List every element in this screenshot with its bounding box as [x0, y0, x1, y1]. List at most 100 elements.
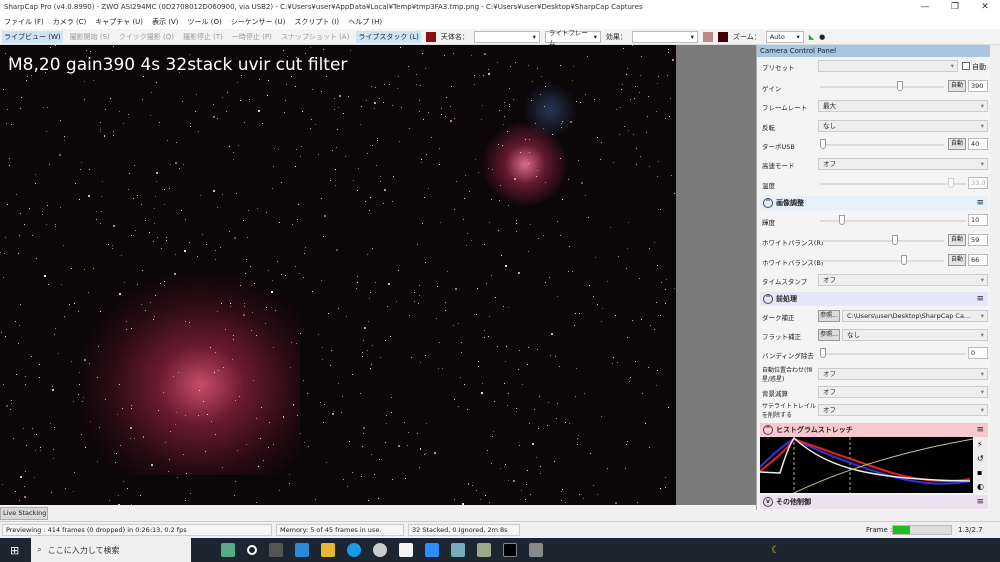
frame-type-combo[interactable]: ライトフレーム ▾ — [544, 29, 601, 47]
record-icon[interactable] — [425, 31, 436, 42]
wb-blue-value[interactable]: 66 — [968, 254, 988, 266]
star — [362, 356, 364, 358]
app-icon[interactable] — [373, 543, 388, 557]
panel-scrollbar[interactable] — [990, 45, 1000, 510]
minimize-button[interactable]: — — [910, 0, 940, 14]
live-view-button[interactable]: ライブビュー (W) — [2, 30, 63, 43]
pause-button[interactable]: 一時停止 (P) — [230, 31, 274, 43]
satellite-trail-select[interactable]: オフ — [818, 404, 988, 416]
framerate-select[interactable]: 最大 — [818, 100, 988, 112]
brightness-value[interactable]: 10 — [968, 214, 988, 226]
star — [558, 365, 560, 367]
windows-start-icon[interactable]: ⊞ — [10, 544, 19, 557]
app-icon-2[interactable] — [451, 543, 466, 557]
menu-capture[interactable]: キャプチャ (U) — [95, 17, 143, 27]
align-select[interactable]: オフ — [818, 368, 988, 380]
file-explorer-icon[interactable] — [321, 543, 336, 557]
live-stacking-tab[interactable]: Live Stacking — [0, 507, 48, 520]
start-capture-button[interactable]: 撮影開始 (S) — [68, 31, 112, 43]
brightness-slider[interactable] — [820, 215, 966, 225]
histogram-header[interactable]: ^ ヒストグラムストレッチ ≡ — [760, 423, 988, 437]
menu-scripting[interactable]: スクリプト (I) — [294, 17, 339, 27]
turbo-slider[interactable] — [820, 139, 944, 149]
flat-browse-button[interactable]: 参照... — [818, 329, 840, 341]
star — [256, 502, 258, 503]
wb-blue-auto-button[interactable]: 自動 — [948, 254, 966, 266]
zoom-tool-icon[interactable]: ● — [819, 33, 825, 41]
menu-sequencer[interactable]: シーケンサー (U) — [231, 17, 286, 27]
edge-icon[interactable] — [347, 543, 362, 557]
other-controls-header[interactable]: v その他制御 ≡ — [760, 495, 988, 509]
zoom-app-icon[interactable] — [425, 543, 440, 557]
star — [565, 502, 567, 504]
star — [446, 96, 448, 98]
histogram-display[interactable]: ⚡ ↺ ▪ ◐ — [760, 437, 988, 493]
turbo-value[interactable]: 40 — [968, 138, 988, 150]
star — [519, 350, 521, 352]
flat-select[interactable]: なし — [842, 329, 988, 341]
gain-value[interactable]: 390 — [968, 80, 988, 92]
flip-select[interactable]: なし — [818, 120, 988, 132]
star — [537, 427, 539, 429]
star — [310, 119, 312, 121]
histogram-icon[interactable]: ◣ — [809, 33, 814, 41]
close-button[interactable]: ✕ — [970, 0, 1000, 14]
quick-capture-button[interactable]: クイック撮影 (Q) — [117, 31, 176, 43]
timestamp-select[interactable]: オフ — [818, 274, 988, 286]
star — [319, 401, 321, 403]
star — [215, 433, 217, 435]
menu-camera[interactable]: カメラ (C) — [53, 17, 87, 27]
widget-icon[interactable] — [221, 543, 236, 557]
stacked-image-view[interactable]: M8,20 gain390 4s 32stack uvir cut filter — [0, 45, 676, 505]
night-mode-icon[interactable]: ☾ — [771, 545, 780, 556]
preset-select[interactable] — [818, 60, 958, 72]
star — [104, 399, 106, 401]
snapshot-button[interactable]: スナップショット (A) — [279, 31, 351, 43]
star — [610, 227, 612, 229]
star — [492, 430, 494, 432]
banding-slider[interactable] — [820, 348, 966, 358]
star — [561, 490, 563, 492]
task-view-icon[interactable] — [269, 543, 284, 557]
menu-view[interactable]: 表示 (V) — [152, 17, 178, 27]
color-icon-2[interactable] — [717, 31, 728, 42]
taskbar-search[interactable]: ⌕ ここに入力して検索 — [31, 538, 192, 562]
star — [442, 367, 444, 369]
dark-select[interactable]: C:\Users\user\Desktop\SharpCap Ca... — [842, 310, 988, 322]
star — [561, 127, 563, 129]
star — [131, 407, 133, 409]
wb-red-auto-button[interactable]: 自動 — [948, 234, 966, 246]
auto-checkbox[interactable] — [962, 62, 970, 70]
store-icon[interactable] — [399, 543, 414, 557]
stop-capture-button[interactable]: 撮影停止 (T) — [181, 31, 225, 43]
wb-blue-slider[interactable] — [820, 255, 944, 265]
cortana-icon[interactable] — [247, 545, 258, 555]
banding-value[interactable]: 0 — [968, 347, 988, 359]
dark-browse-button[interactable]: 参照... — [818, 310, 840, 322]
preprocess-header[interactable]: ^ 前処理 ≡ — [760, 292, 988, 306]
image-adjust-header[interactable]: ^ 画像調整 ≡ — [760, 196, 988, 210]
maximize-button[interactable]: ❐ — [940, 0, 970, 14]
highspeed-select[interactable]: オフ — [818, 158, 988, 170]
background-subtraction-select[interactable]: オフ — [818, 386, 988, 398]
live-stack-button[interactable]: ライブスタック (L) — [356, 30, 421, 43]
menu-help[interactable]: ヘルプ (H) — [348, 17, 382, 27]
effect-combo[interactable]: ▾ — [631, 30, 698, 43]
star — [174, 162, 177, 165]
zoom-combo[interactable]: Auto ▾ — [765, 30, 804, 43]
wb-red-value[interactable]: 59 — [968, 234, 988, 246]
menu-file[interactable]: ファイル (F) — [4, 17, 44, 27]
star — [154, 207, 156, 209]
menu-tools[interactable]: ツール (O) — [188, 17, 222, 27]
gain-slider[interactable] — [820, 81, 944, 91]
gain-auto-button[interactable]: 自動 — [948, 80, 966, 92]
turbo-auto-button[interactable]: 自動 — [948, 138, 966, 150]
app-icon-3[interactable] — [477, 543, 492, 557]
color-icon[interactable] — [702, 31, 713, 42]
target-name-combo[interactable]: ▾ — [473, 30, 540, 43]
star — [330, 180, 332, 182]
wb-red-slider[interactable] — [820, 235, 944, 245]
sharpcap-icon[interactable] — [503, 543, 518, 557]
app-icon-4[interactable] — [529, 543, 544, 557]
mail-icon[interactable] — [295, 543, 310, 557]
